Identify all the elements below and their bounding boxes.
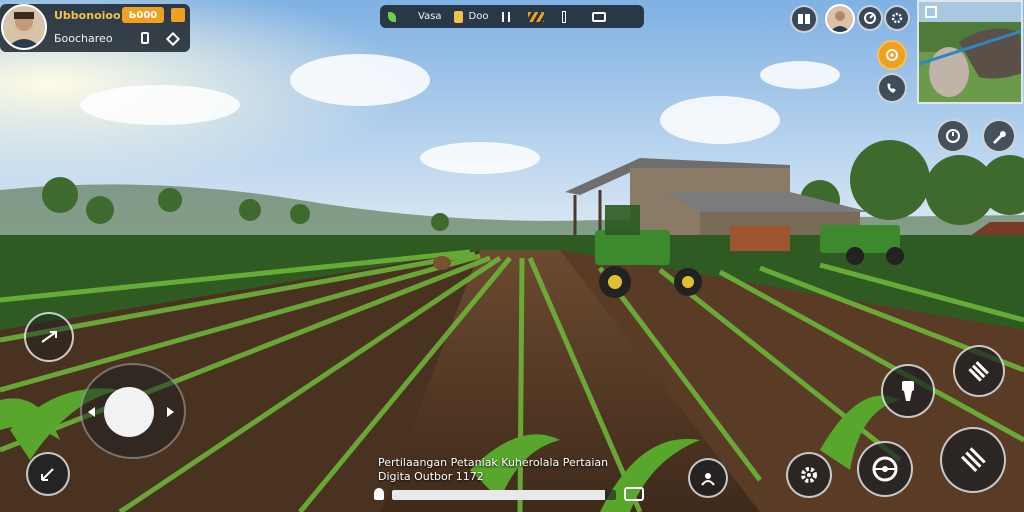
plow-icon[interactable] [953, 345, 1005, 397]
avatar[interactable] [1, 4, 47, 50]
minimap[interactable] [917, 0, 1023, 104]
seed-icon[interactable] [940, 427, 1006, 493]
cow [433, 256, 451, 270]
progress-fill [392, 490, 605, 500]
lock-icon[interactable] [141, 32, 149, 44]
fuel-icon [453, 10, 463, 23]
player-status: Бoochareo [54, 32, 113, 45]
ride-icon[interactable] [688, 458, 728, 498]
flag-icon [528, 11, 545, 22]
currency-badge: Ь000 [122, 7, 164, 23]
top-bar-item1: Vasa [418, 11, 442, 22]
battery-icon [592, 11, 607, 22]
steering-wheel-icon[interactable] [857, 441, 913, 497]
speed-icon[interactable] [857, 5, 883, 31]
profile-icon[interactable] [825, 4, 855, 34]
diamond-icon[interactable] [165, 31, 181, 47]
target-icon[interactable] [877, 40, 907, 70]
joystick-arrow-left-icon [88, 407, 95, 417]
camera-icon[interactable] [624, 487, 644, 501]
settings-icon[interactable] [884, 5, 910, 31]
user-icon [374, 488, 384, 500]
player-name: Ubbonoioo [54, 9, 121, 22]
signal-icon [502, 11, 511, 22]
book-icon[interactable] [790, 5, 818, 33]
minimap-label-icon [925, 6, 937, 18]
top-status-bar: Vasa Doo [380, 5, 644, 28]
brush-icon[interactable] [881, 364, 935, 418]
joystick-knob[interactable] [104, 387, 154, 437]
caption-line2: Digita Outbor 1172 [378, 470, 484, 483]
phone-icon[interactable] [877, 73, 907, 103]
top-bar-item2: Doo [468, 11, 489, 22]
wrench-icon[interactable] [982, 119, 1016, 153]
currency-badge-label: Ь000 [128, 9, 158, 21]
player-panel: Ubbonoioo Ь000 Бoochareo [0, 4, 190, 52]
caption: Pertilaangan Petaniak Kuherolala Pertaia… [378, 456, 638, 483]
joystick-arrow-right-icon [167, 407, 174, 417]
progress-bar [392, 490, 616, 500]
camera-rotate-icon[interactable] [24, 312, 74, 362]
caption-line1: Pertilaangan Petaniak Kuherolala Pertaia… [378, 456, 609, 469]
gear-icon[interactable] [786, 452, 832, 498]
gauge-icon [562, 10, 567, 23]
tag-icon[interactable] [171, 8, 185, 22]
minimap-toggle-icon[interactable] [26, 452, 70, 496]
leaf-icon [388, 11, 396, 22]
joystick[interactable] [80, 363, 186, 459]
clock-icon[interactable] [936, 119, 970, 153]
